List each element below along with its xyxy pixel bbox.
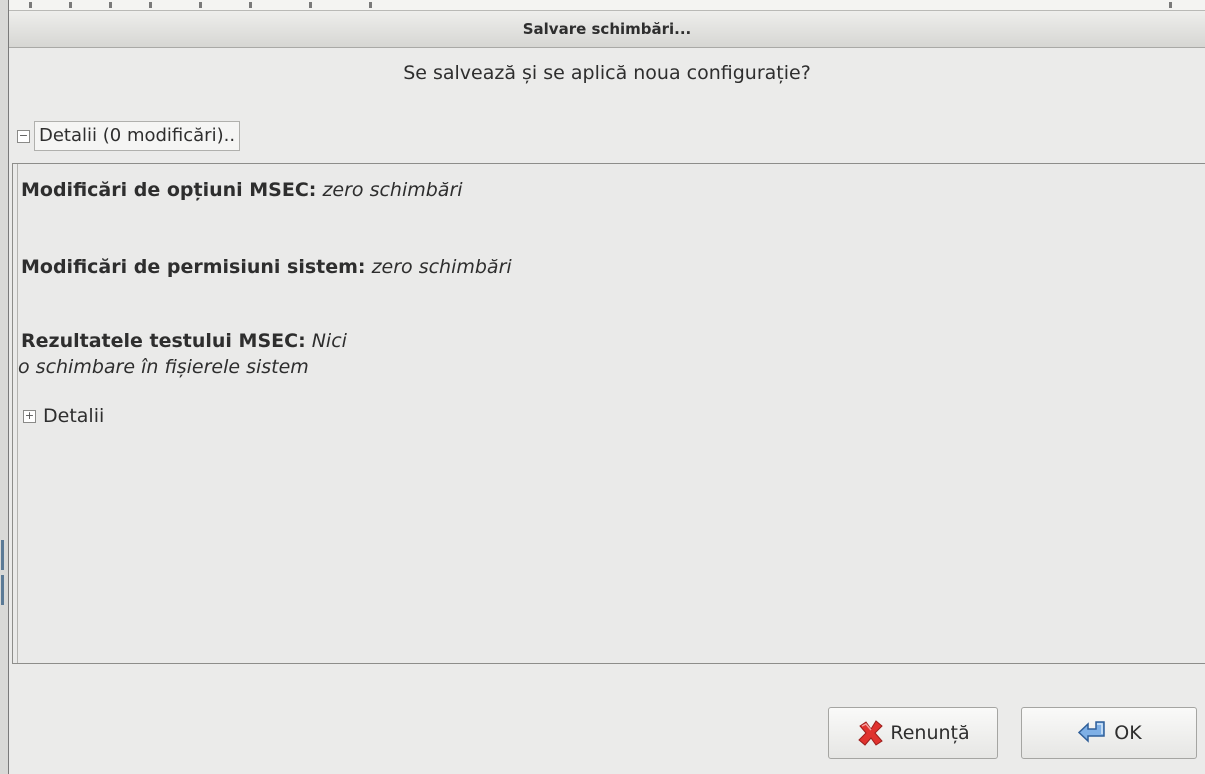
cancel-button-label: Renunță [890, 722, 970, 744]
ok-button-label: OK [1114, 722, 1142, 744]
red-x-icon [858, 720, 884, 746]
system-permissions-row: Modificări de permisiuni sistem: zero sc… [21, 254, 512, 280]
confirmation-question: Se salvează și se aplică noua configuraț… [403, 62, 811, 84]
details-panel: Modificări de opțiuni MSEC: zero schimbă… [12, 163, 1205, 664]
cancel-button[interactable]: Renunță [828, 707, 998, 759]
details-expander-label[interactable]: Detalii (0 modificări).. [34, 121, 241, 151]
background-window-edge [0, 0, 9, 774]
msec-test-results-value-line2: o schimbare în fișierele sistem [18, 356, 309, 378]
dialog-title: Salvare schimbări... [522, 20, 692, 38]
test-details-expander[interactable]: + Detalii [23, 405, 104, 427]
details-expander[interactable]: − Detalii (0 modificări).. [17, 121, 241, 151]
test-details-label[interactable]: Detalii [43, 405, 104, 427]
msec-options-value: zero schimbări [322, 179, 463, 201]
system-permissions-value: zero schimbări [371, 256, 512, 278]
system-permissions-label: Modificări de permisiuni sistem: [21, 256, 366, 278]
dialog-title-bar[interactable]: Salvare schimbări... [9, 11, 1205, 48]
msec-test-results-value-line1: Nici [311, 330, 347, 352]
collapse-toggle-icon[interactable]: − [17, 129, 30, 143]
enter-arrow-icon [1078, 721, 1106, 743]
ok-button[interactable]: OK [1021, 707, 1197, 759]
background-window-strip [9, 0, 1205, 11]
msec-options-label: Modificări de opțiuni MSEC: [21, 179, 317, 201]
msec-test-results-row: Rezultatele testului MSEC: Nici o schimb… [18, 328, 347, 380]
expand-toggle-icon[interactable]: + [23, 409, 36, 423]
msec-test-results-label: Rezultatele testului MSEC: [21, 330, 306, 352]
msec-options-row: Modificări de opțiuni MSEC: zero schimbă… [21, 177, 463, 203]
